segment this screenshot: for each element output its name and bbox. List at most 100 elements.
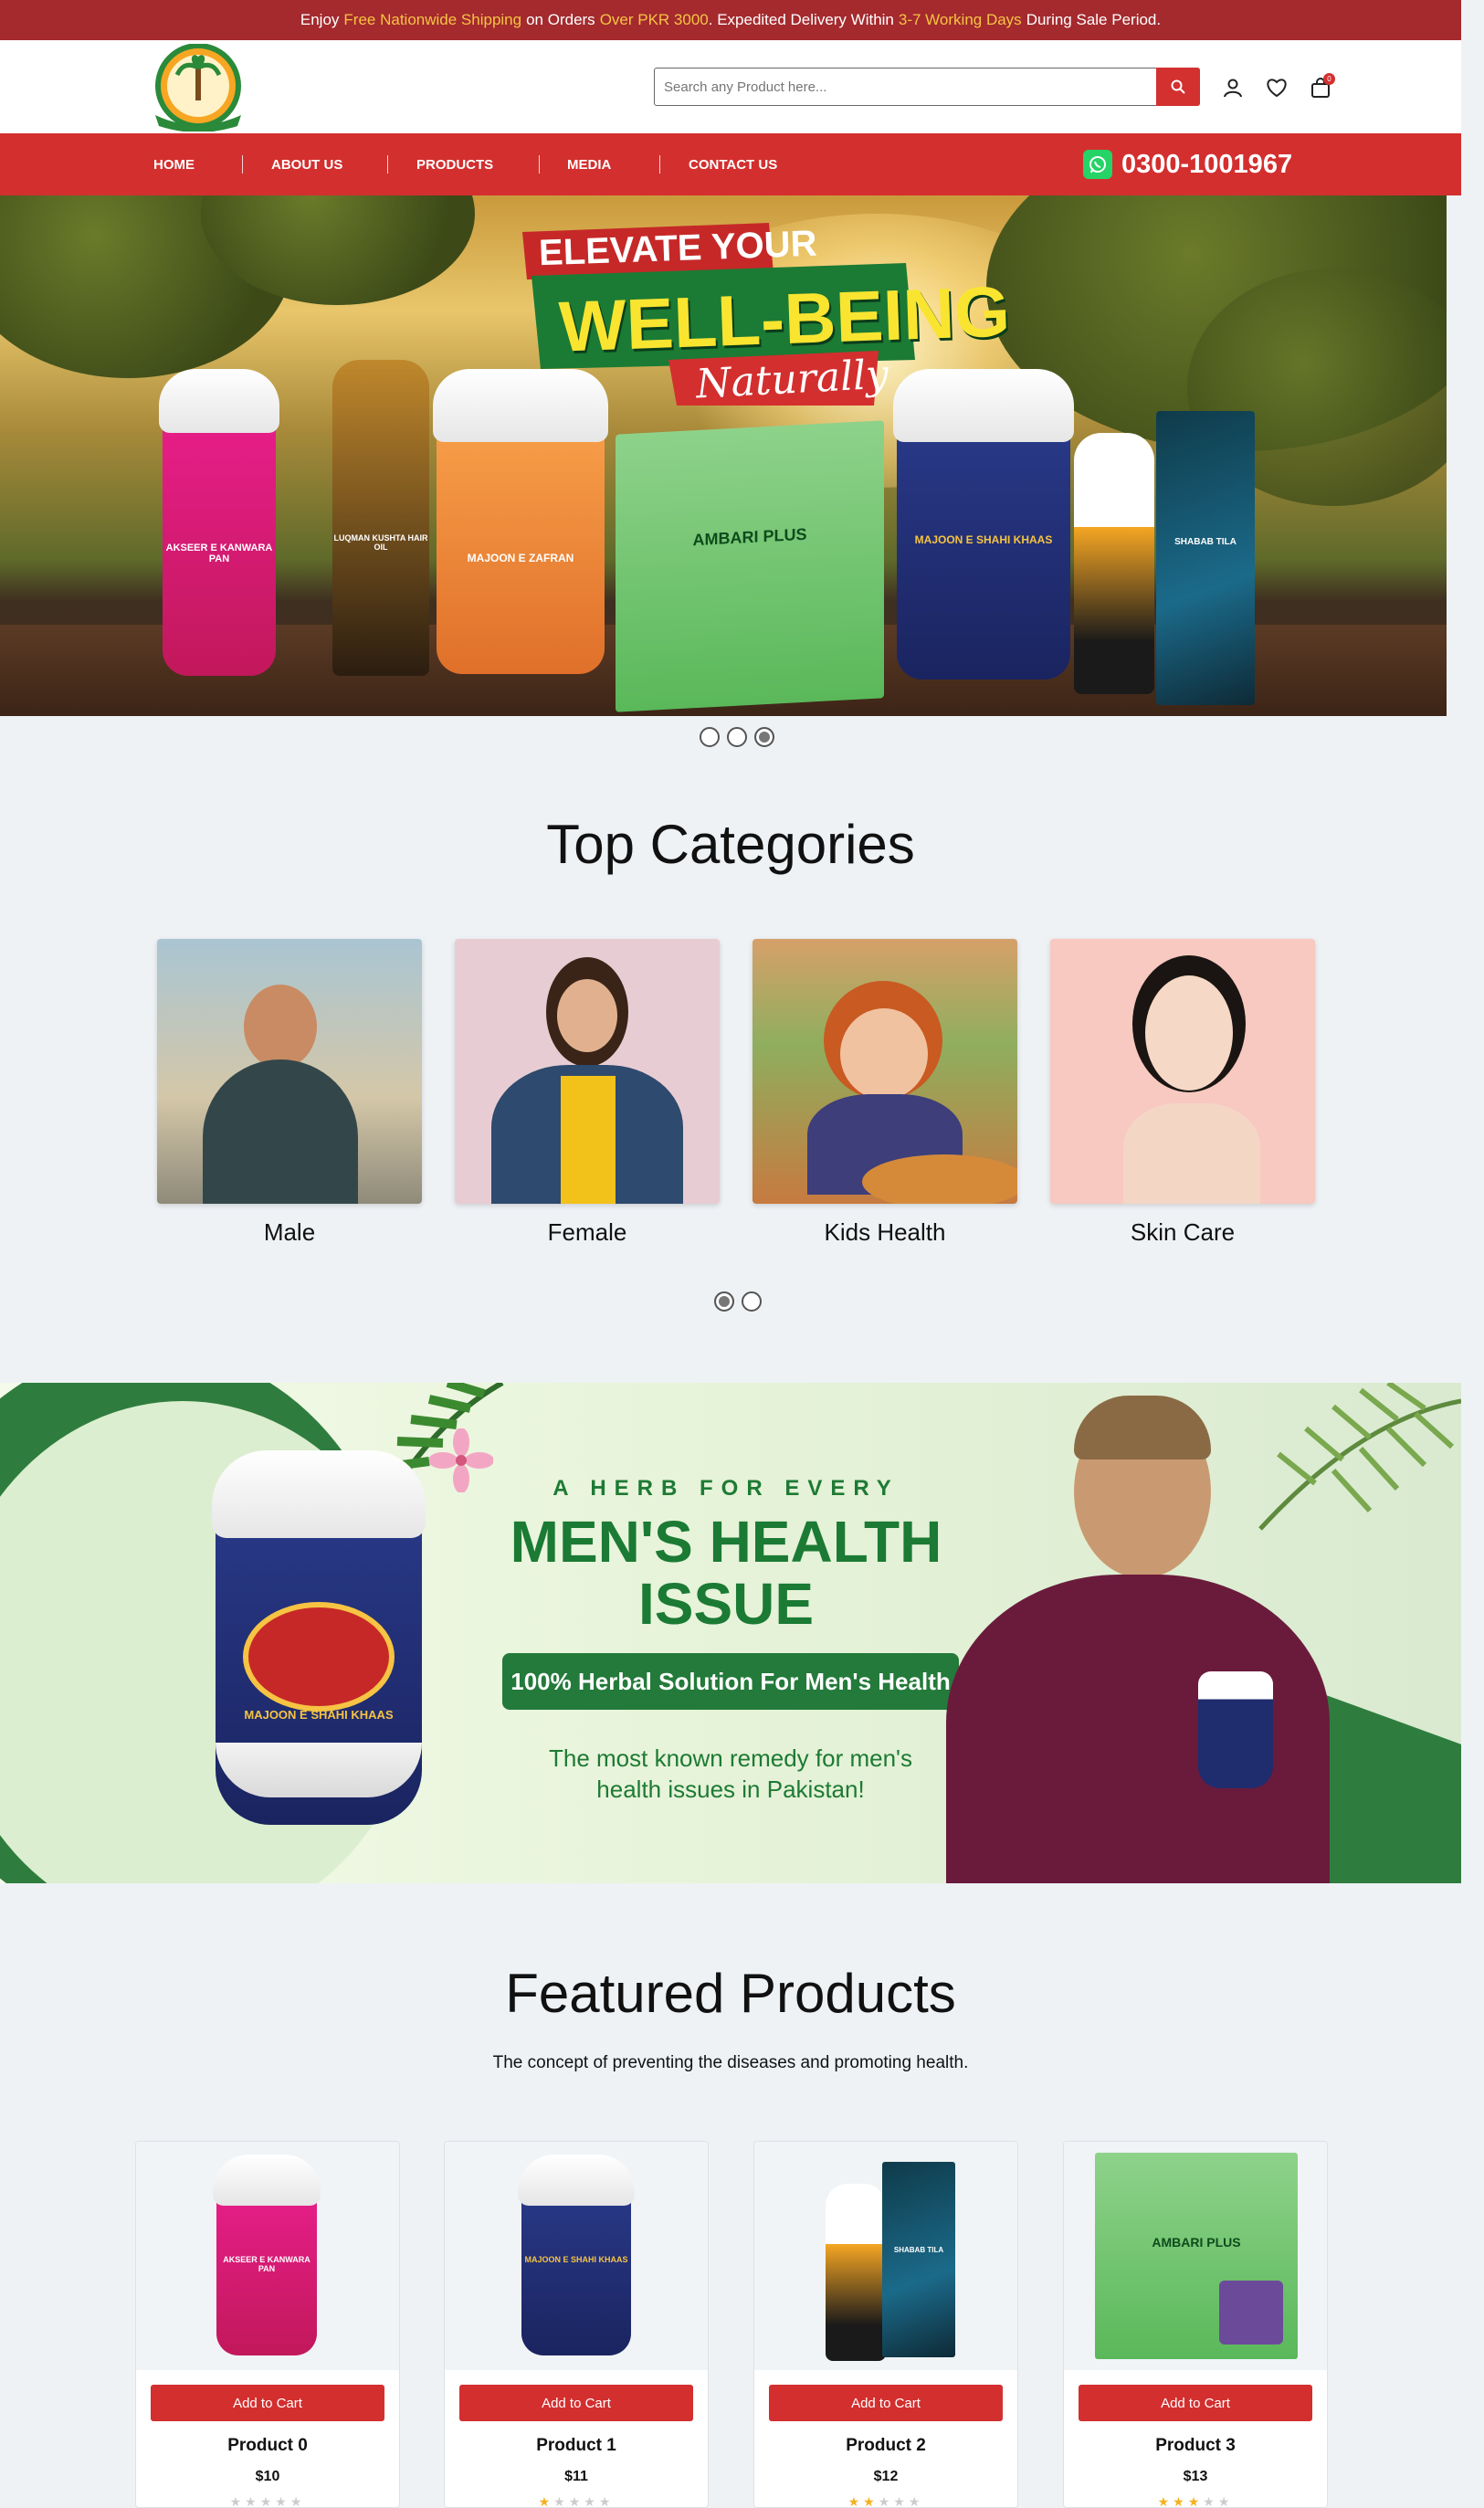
categories-dot-2[interactable] [742, 1291, 762, 1312]
add-to-cart-button[interactable]: Add to Cart [151, 2385, 384, 2421]
nav-divider [659, 155, 660, 174]
category-image [753, 939, 1017, 1204]
whatsapp-phone[interactable]: 0300-1001967 [1083, 146, 1292, 183]
product-rating-stars: ★★★★★ [1157, 2494, 1234, 2508]
whatsapp-icon [1083, 150, 1112, 179]
category-skin-care[interactable]: Skin Care [1050, 939, 1315, 1247]
hero-slider-dots [700, 727, 774, 747]
announcement-highlight-days: 3-7 Working Days [898, 11, 1022, 28]
announcement-highlight-threshold: Over PKR 3000 [599, 11, 709, 28]
hero-product-shabab-box: SHABAB TILA [1156, 411, 1255, 705]
hero-dot-1[interactable] [700, 727, 720, 747]
product-price: $11 [564, 2469, 588, 2484]
category-image [157, 939, 422, 1204]
nav-media[interactable]: MEDIA [567, 133, 611, 195]
hero-product-label: MAJOON E ZAFRAN [467, 552, 574, 564]
product-card[interactable]: SHABAB TILA Add to Cart Product 2 $12 ★★… [753, 2141, 1018, 2508]
hero-product-akseer: AKSEER E KANWARA PAN [159, 369, 279, 676]
featured-subtitle: The concept of preventing the diseases a… [492, 2053, 969, 2072]
announcement-text-1: Enjoy [300, 11, 340, 28]
nav-products[interactable]: PRODUCTS [416, 133, 493, 195]
categories-title: Top Categories [546, 814, 915, 875]
flower-icon [429, 1428, 493, 1492]
phone-number: 0300-1001967 [1121, 149, 1293, 179]
hero-product-label: AMBARI PLUS [692, 524, 807, 550]
product-card[interactable]: AMBARI PLUS Add to Cart Product 3 $13 ★★… [1063, 2141, 1328, 2508]
hero-product-ambari-box: AMBARI PLUS [616, 420, 884, 712]
search-input[interactable] [655, 68, 1155, 105]
featured-title: Featured Products [505, 1963, 956, 2024]
add-to-cart-button[interactable]: Add to Cart [769, 2385, 1003, 2421]
product-image: SHABAB TILA [754, 2142, 1017, 2370]
banner-product-jar: MAJOON E SHAHI KHAAS [212, 1450, 426, 1825]
banner-subtitle: A HERB FOR EVERY [553, 1476, 900, 1501]
category-image [1050, 939, 1315, 1204]
site-header: 0 [0, 40, 1461, 133]
announcement-text-3: . Expedited Delivery Within [708, 11, 894, 28]
nav-divider [387, 155, 388, 174]
search-bar [654, 68, 1200, 106]
announcement-bar: Enjoy Free Nationwide Shipping on Orders… [0, 0, 1461, 40]
nav-contact-us[interactable]: CONTACT US [689, 133, 777, 195]
product-price: $12 [873, 2469, 899, 2484]
banner-title-line-1: MEN'S HEALTH [510, 1509, 942, 1575]
banner-title-line-2: ISSUE [637, 1571, 815, 1637]
nav-home[interactable]: HOME [153, 133, 195, 195]
category-image [455, 939, 720, 1204]
main-nav: HOME ABOUT US PRODUCTS MEDIA CONTACT US … [0, 133, 1461, 195]
product-label: AMBARI PLUS [1152, 2235, 1241, 2250]
product-name: Product 3 [1155, 2436, 1236, 2455]
product-price: $13 [1183, 2469, 1208, 2484]
banner-desc-line-2: health issues in Pakistan! [596, 1776, 865, 1803]
banner-desc-line-1: The most known remedy for men's [549, 1744, 912, 1772]
category-female[interactable]: Female [455, 939, 720, 1247]
product-name: Product 0 [227, 2436, 308, 2455]
category-label: Kids Health [824, 1218, 946, 1246]
announcement-text-2: on Orders [526, 11, 595, 28]
add-to-cart-button[interactable]: Add to Cart [459, 2385, 693, 2421]
nav-divider [539, 155, 540, 174]
announcement-highlight-shipping: Free Nationwide Shipping [343, 11, 522, 28]
hero-product-label: LUQMAN KUSHTA HAIR OIL [333, 533, 428, 552]
site-logo[interactable] [142, 43, 254, 132]
banner-product-label: MAJOON E SHAHI KHAAS [244, 1708, 394, 1722]
hero-product-zafran: MAJOON E ZAFRAN [433, 369, 608, 674]
category-label: Female [547, 1218, 627, 1246]
add-to-cart-button[interactable]: Add to Cart [1079, 2385, 1312, 2421]
cart-icon[interactable]: 0 [1306, 73, 1335, 102]
hero-product-label: MAJOON E SHAHI KHAAS [914, 533, 1053, 546]
category-kids-health[interactable]: Kids Health [753, 939, 1017, 1247]
palm-leaf-icon [1258, 1383, 1461, 1531]
hero-dot-3[interactable] [754, 727, 774, 747]
banner-pill: 100% Herbal Solution For Men's Health [502, 1653, 959, 1710]
product-rating-stars: ★★★★★ [538, 2494, 615, 2508]
product-rating-stars: ★★★★★ [229, 2494, 306, 2508]
search-button[interactable] [1156, 68, 1200, 106]
banner-man-hair [1074, 1396, 1211, 1459]
nav-divider [242, 155, 243, 174]
product-card[interactable]: AKSEER E KANWARA PAN Add to Cart Product… [135, 2141, 400, 2508]
product-image: MAJOON E SHAHI KHAAS [445, 2142, 708, 2370]
hero-banner: ELEVATE YOUR WELL-BEING Naturally AKSEER… [0, 195, 1447, 716]
mens-health-banner[interactable]: MAJOON E SHAHI KHAAS A HERB FOR EVERY ME… [0, 1383, 1461, 1883]
banner-title: MEN'S HEALTH ISSUE [475, 1511, 977, 1635]
category-label: Male [263, 1218, 316, 1246]
hero-product-hair-oil: LUQMAN KUSHTA HAIR OIL [332, 360, 429, 676]
product-card[interactable]: MAJOON E SHAHI KHAAS Add to Cart Product… [444, 2141, 709, 2508]
product-name: Product 1 [536, 2436, 616, 2455]
product-image: AKSEER E KANWARA PAN [136, 2142, 399, 2370]
wishlist-heart-icon[interactable] [1262, 73, 1291, 102]
cart-count-badge: 0 [1323, 73, 1335, 85]
category-male[interactable]: Male [157, 939, 422, 1247]
categories-dot-1[interactable] [714, 1291, 734, 1312]
hero-dot-2[interactable] [727, 727, 747, 747]
banner-man-product [1198, 1671, 1273, 1788]
nav-about-us[interactable]: ABOUT US [271, 133, 342, 195]
categories-slider-dots [714, 1291, 762, 1312]
announcement-text-4: During Sale Period. [1026, 11, 1162, 28]
hero-line-2: WELL-BEING [557, 270, 1012, 367]
banner-description: The most known remedy for men's health i… [511, 1743, 950, 1805]
account-icon[interactable] [1218, 73, 1247, 102]
product-label: SHABAB TILA [893, 2246, 944, 2254]
hero-product-majoon-shahi: MAJOON E SHAHI KHAAS [893, 369, 1074, 680]
